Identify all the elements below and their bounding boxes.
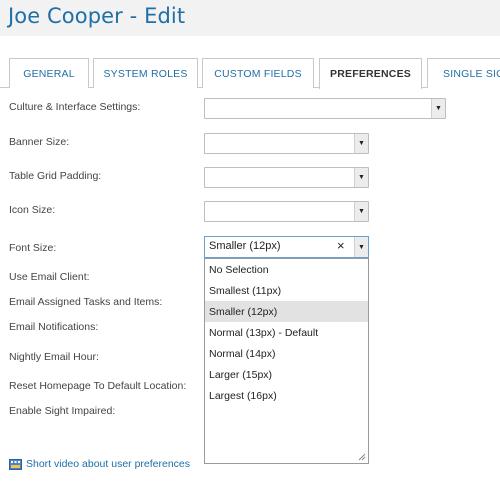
dropdown-option[interactable]: Largest (16px) [205,385,368,406]
culture-label: Culture & Interface Settings: [9,101,141,113]
banner-size-select[interactable]: ▼ [204,133,369,154]
dropdown-option[interactable]: Normal (14px) [205,343,368,364]
chevron-down-icon[interactable]: ▼ [354,237,368,257]
culture-row: Culture & Interface Settings: ▼ [0,98,500,120]
nightly-hour-label: Nightly Email Hour: [9,351,99,363]
tab-bar: GENERAL SYSTEM ROLES CUSTOM FIELDS PREFE… [0,58,500,89]
font-size-dropdown: No Selection Smallest (11px) Smaller (12… [204,258,369,464]
chevron-down-icon[interactable]: ▼ [431,99,445,118]
font-size-value: Smaller (12px) [209,240,281,252]
sight-impaired-label: Enable Sight Impaired: [9,405,116,417]
dropdown-option[interactable]: No Selection [205,259,368,280]
help-video-link[interactable]: Short video about user preferences [9,458,190,470]
dropdown-option[interactable]: Normal (13px) - Default [205,322,368,343]
page-title: Joe Cooper - Edit [8,4,186,28]
resize-grip-icon[interactable] [358,453,366,461]
email-notifications-label: Email Notifications: [9,321,99,333]
tab-preferences[interactable]: PREFERENCES [319,58,422,89]
icon-size-row: Icon Size: ▼ [0,201,500,223]
help-link-text[interactable]: Short video about user preferences [26,458,190,470]
chevron-down-icon[interactable]: ▼ [354,202,368,221]
banner-row: Banner Size: ▼ [0,133,500,155]
dropdown-option-selected[interactable]: Smaller (12px) [205,301,368,322]
icon-size-select[interactable]: ▼ [204,201,369,222]
page-header: Joe Cooper - Edit [0,0,500,36]
chevron-down-icon[interactable]: ▼ [354,134,368,153]
grid-padding-row: Table Grid Padding: ▼ [0,167,500,189]
tab-single-sign[interactable]: SINGLE SIGI [427,58,500,88]
email-assigned-label: Email Assigned Tasks and Items: [9,296,163,308]
grid-padding-select[interactable]: ▼ [204,167,369,188]
icon-size-label: Icon Size: [9,204,56,216]
grid-padding-label: Table Grid Padding: [9,170,102,182]
email-client-label: Use Email Client: [9,271,90,283]
font-size-select[interactable]: Smaller (12px) × ▼ [204,236,369,258]
tab-system-roles[interactable]: SYSTEM ROLES [93,58,198,88]
dropdown-option[interactable]: Smallest (11px) [205,280,368,301]
close-icon[interactable]: × [337,238,345,253]
font-size-label: Font Size: [9,242,57,254]
banner-label: Banner Size: [9,136,70,148]
reset-homepage-label: Reset Homepage To Default Location: [9,380,187,392]
tab-custom-fields[interactable]: CUSTOM FIELDS [202,58,314,88]
dropdown-option[interactable]: Larger (15px) [205,364,368,385]
chevron-down-icon[interactable]: ▼ [354,168,368,187]
culture-select[interactable]: ▼ [204,98,446,119]
film-icon [9,458,22,470]
tab-general[interactable]: GENERAL [9,58,89,88]
